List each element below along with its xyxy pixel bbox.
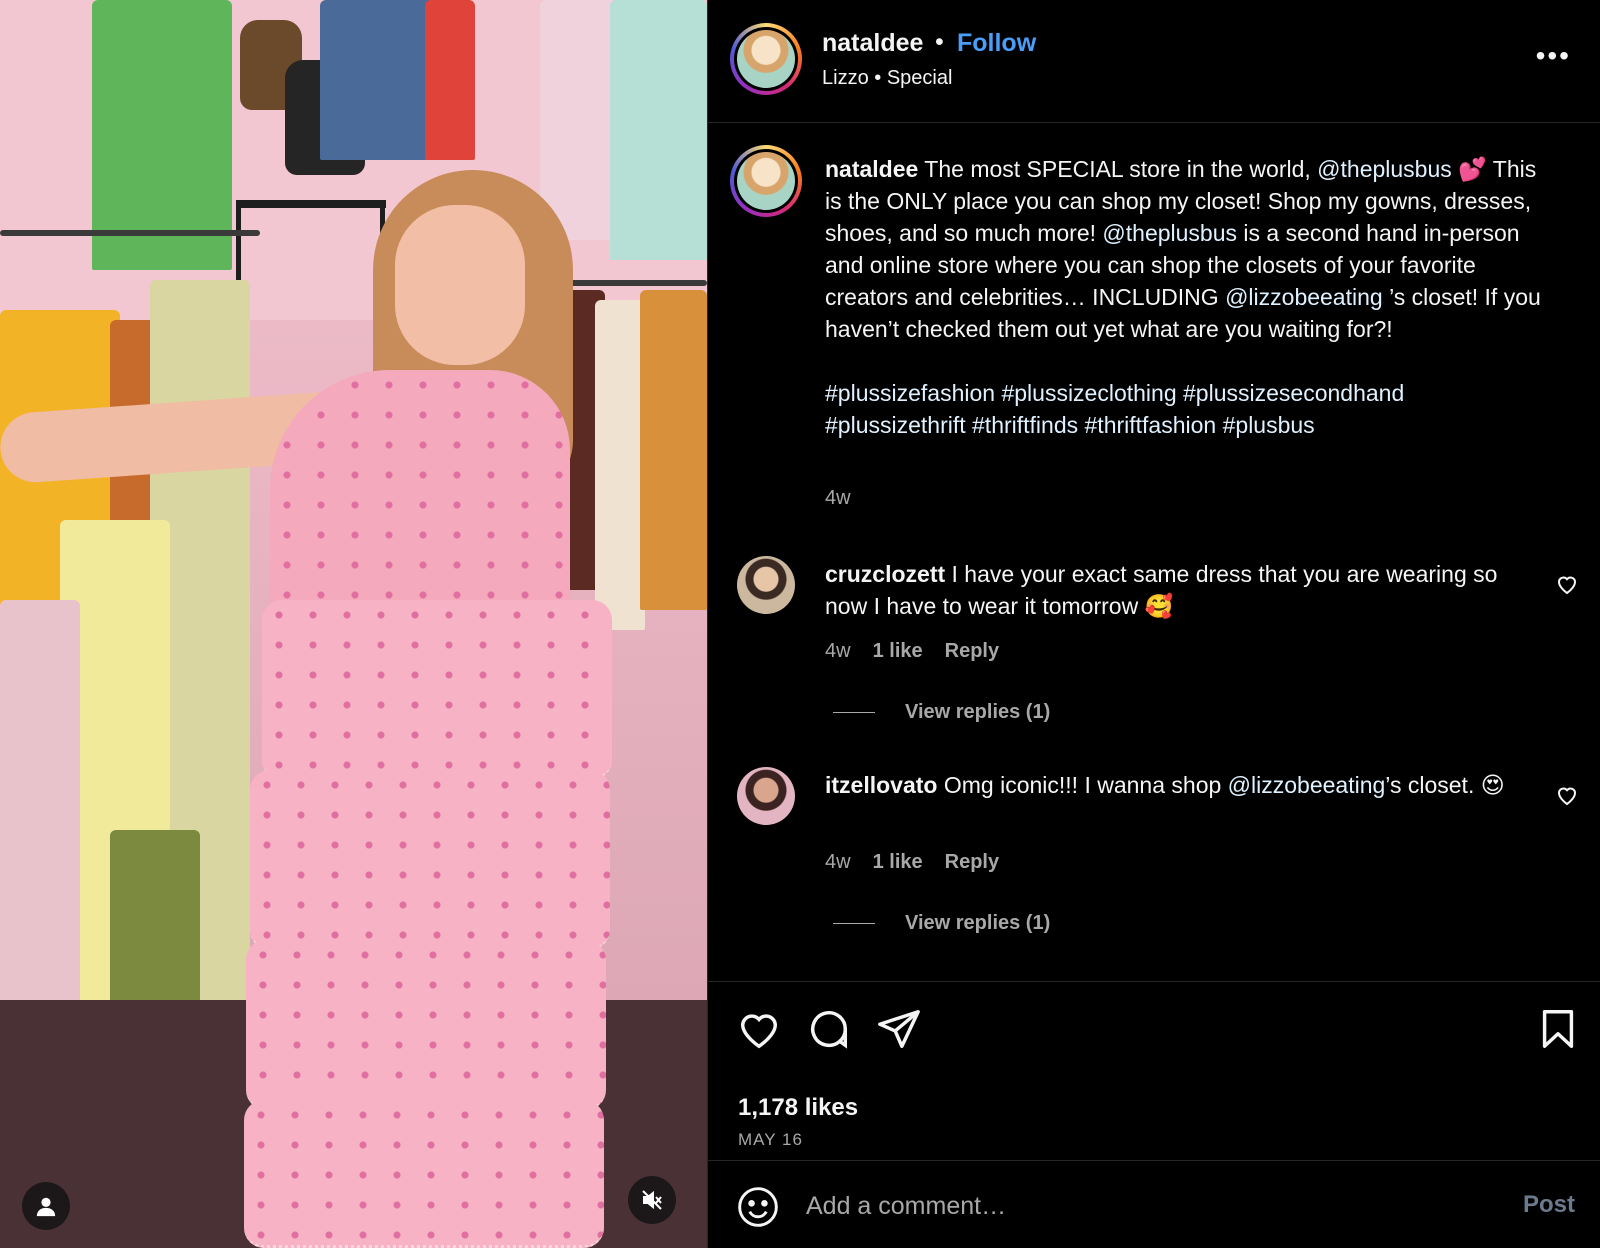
caption-timestamp[interactable]: 4w — [825, 487, 851, 510]
caption-part: The most SPECIAL store in the world, — [918, 156, 1318, 182]
audio-artist[interactable]: Lizzo — [822, 67, 869, 89]
comment-input[interactable] — [806, 1183, 1456, 1229]
view-replies-label: View replies (1) — [905, 912, 1051, 934]
video-cream-garment — [595, 300, 645, 630]
audio-attribution[interactable]: Lizzo • Special — [822, 67, 952, 90]
replies-divider — [833, 923, 875, 924]
share-paper-plane-icon[interactable] — [876, 1006, 922, 1052]
view-replies-button[interactable]: View replies (1) — [833, 912, 1050, 935]
comment-mention[interactable]: @lizzobeeating — [1228, 772, 1386, 798]
comment-body: ’s closet. 😍 — [1385, 772, 1505, 798]
post-viewer: nataldee • Follow Lizzo • Special ••• na… — [0, 0, 1600, 1248]
comment-meta: 4w 1 like Reply — [825, 851, 999, 874]
comment-text: cruzclozett I have your exact same dress… — [825, 558, 1535, 622]
video-dress-tier — [262, 600, 612, 780]
view-replies-label: View replies (1) — [905, 701, 1051, 723]
like-count[interactable]: 1,178 likes — [738, 1094, 858, 1122]
avatar-border — [734, 149, 798, 213]
post-details-panel: nataldee • Follow Lizzo • Special ••• na… — [707, 0, 1600, 1248]
commenter-avatar[interactable] — [737, 767, 795, 825]
comment-reply-button[interactable]: Reply — [945, 640, 999, 663]
comment-reply-button[interactable]: Reply — [945, 851, 999, 874]
save-bookmark-icon[interactable] — [1535, 1006, 1581, 1052]
comment-bubble-icon[interactable] — [806, 1006, 852, 1052]
caption-mention[interactable]: @theplusbus — [1317, 156, 1452, 182]
more-options-icon[interactable]: ••• — [1536, 42, 1571, 70]
post-comment-button[interactable]: Post — [1523, 1191, 1575, 1219]
caption-author-avatar[interactable] — [730, 145, 802, 217]
commenter-username[interactable]: itzellovato — [825, 772, 937, 798]
replies-divider — [833, 712, 875, 713]
hashtag[interactable]: #plusbus — [1223, 412, 1315, 438]
author-avatar[interactable] — [730, 23, 802, 95]
avatar-image — [737, 30, 795, 88]
hashtag[interactable]: #plussizethrift — [825, 412, 966, 438]
video-clothing-rail — [0, 230, 260, 236]
tagged-users-button[interactable] — [22, 1182, 70, 1230]
comment-like-count[interactable]: 1 like — [873, 640, 923, 663]
audio-track[interactable]: Special — [887, 67, 953, 89]
comment-timestamp[interactable]: 4w — [825, 640, 851, 663]
like-heart-icon[interactable] — [736, 1006, 782, 1052]
emoji-smiley-icon[interactable] — [736, 1185, 780, 1229]
post-header: nataldee • Follow Lizzo • Special ••• — [708, 0, 1600, 123]
caption-mention[interactable]: @lizzobeeating — [1225, 284, 1383, 310]
comment-composer: Post — [708, 1160, 1600, 1248]
comment-text: itzellovato Omg iconic!!! I wanna shop @… — [825, 769, 1535, 801]
video-dress-bodice — [270, 370, 570, 630]
comment-body: Omg iconic!!! I wanna shop — [937, 772, 1228, 798]
video-red-garment — [425, 0, 475, 160]
hashtag[interactable]: #thriftfinds — [972, 412, 1078, 438]
caption-text: nataldee The most SPECIAL store in the w… — [825, 153, 1545, 441]
comment-like-count[interactable]: 1 like — [873, 851, 923, 874]
video-floral-garment — [610, 0, 707, 260]
user-icon — [36, 1197, 56, 1217]
header-separator: • — [935, 28, 944, 56]
caption-mention[interactable]: @theplusbus — [1102, 220, 1237, 246]
video-shelf — [236, 200, 386, 208]
follow-button[interactable]: Follow — [957, 29, 1036, 58]
video-dress-tier — [246, 940, 606, 1110]
avatar-border — [734, 27, 798, 91]
hashtag[interactable]: #plussizefashion — [825, 380, 995, 406]
post-date[interactable]: MAY 16 — [738, 1130, 803, 1150]
comment-like-heart-icon[interactable] — [1555, 572, 1579, 596]
muted-speaker-icon — [642, 1190, 662, 1210]
view-replies-button[interactable]: View replies (1) — [833, 701, 1050, 724]
hashtag[interactable]: #plussizeclothing — [1001, 380, 1176, 406]
video-dress-tier — [244, 1100, 604, 1248]
comment-timestamp[interactable]: 4w — [825, 851, 851, 874]
hashtag[interactable]: #thriftfashion — [1085, 412, 1217, 438]
video-person-face — [395, 205, 525, 365]
post-actions-bar: 1,178 likes MAY 16 — [708, 981, 1600, 1161]
author-username[interactable]: nataldee — [822, 29, 923, 58]
hashtag[interactable]: #plussizesecondhand — [1183, 380, 1404, 406]
commenter-username[interactable]: cruzclozett — [825, 561, 945, 587]
audio-separator: • — [874, 67, 882, 89]
comment-meta: 4w 1 like Reply — [825, 640, 999, 663]
commenter-avatar[interactable] — [737, 556, 795, 614]
avatar-image — [737, 152, 795, 210]
video-dress-tier — [250, 770, 610, 950]
mute-toggle-button[interactable] — [628, 1176, 676, 1224]
post-video[interactable] — [0, 0, 707, 1248]
comment-like-heart-icon[interactable] — [1555, 783, 1579, 807]
caption-username[interactable]: nataldee — [825, 156, 918, 182]
video-mustard-garment — [640, 290, 707, 610]
